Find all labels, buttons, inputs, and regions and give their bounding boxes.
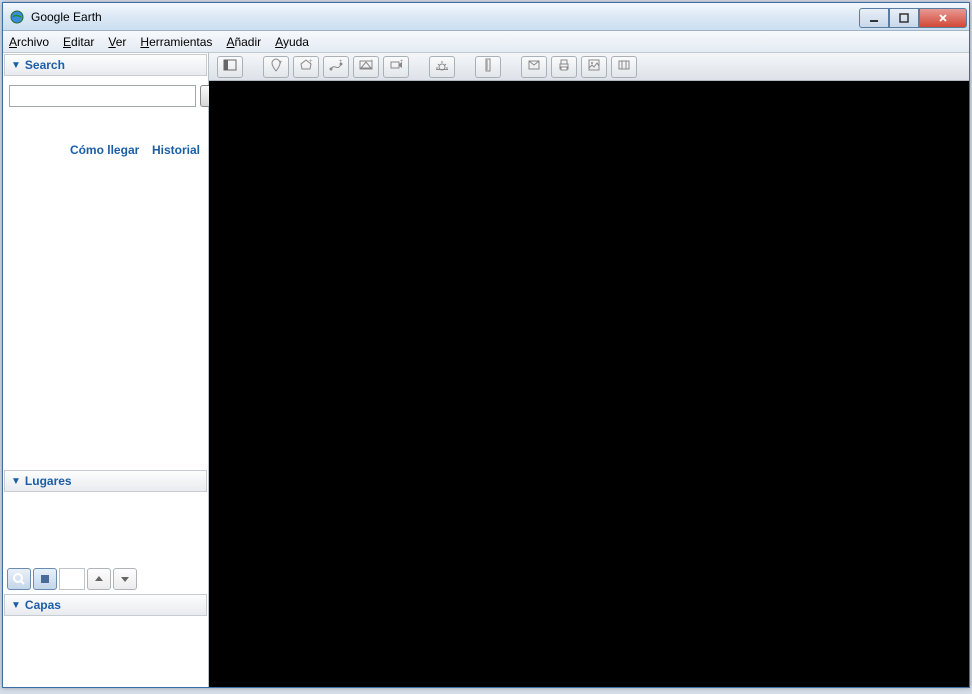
record-tour-icon: +	[389, 58, 403, 75]
save-image-icon	[587, 58, 601, 75]
window-title: Google Earth	[31, 10, 102, 24]
email-icon	[527, 58, 541, 75]
add-placemark-button[interactable]: +	[263, 56, 289, 78]
menu-ayuda[interactable]: Ayuda	[275, 35, 309, 49]
app-window: Google Earth Archivo Editar Ver Herramie…	[2, 2, 970, 688]
app-icon	[9, 9, 25, 25]
history-link[interactable]: Historial	[152, 143, 200, 157]
places-tools	[3, 565, 208, 593]
sidebar: ▼ Search Buscar Cómo llegar Historial ▼ …	[3, 53, 209, 687]
toolbar: + + + + +	[209, 53, 969, 81]
placemark-icon: +	[269, 58, 283, 75]
menu-herramientas[interactable]: Herramientas	[140, 35, 212, 49]
layers-panel-title: Capas	[25, 598, 61, 612]
print-icon	[557, 58, 571, 75]
email-button[interactable]	[521, 56, 547, 78]
search-results-area	[3, 165, 208, 469]
main-area: + + + + +	[209, 53, 969, 687]
polygon-icon: +	[299, 58, 313, 75]
svg-text:+: +	[400, 59, 403, 65]
hide-sidebar-button[interactable]	[217, 56, 243, 78]
menu-ver[interactable]: Ver	[108, 35, 126, 49]
menu-anadir[interactable]: Añadir	[226, 35, 261, 49]
image-overlay-icon: +	[359, 58, 373, 75]
record-tour-button[interactable]: +	[383, 56, 409, 78]
menu-editar[interactable]: Editar	[63, 35, 94, 49]
svg-text:+: +	[309, 59, 313, 65]
places-panel-header[interactable]: ▼ Lugares	[4, 470, 207, 492]
view-in-maps-button[interactable]	[611, 56, 637, 78]
menu-archivo[interactable]: Archivo	[9, 35, 49, 49]
earth-viewport[interactable]	[209, 81, 969, 687]
print-button[interactable]	[551, 56, 577, 78]
places-up-button[interactable]	[87, 568, 111, 590]
path-icon: +	[329, 58, 343, 75]
layers-panel-header[interactable]: ▼ Capas	[4, 594, 207, 616]
titlebar[interactable]: Google Earth	[3, 3, 969, 31]
places-panel-body[interactable]	[4, 494, 207, 564]
content-area: ▼ Search Buscar Cómo llegar Historial ▼ …	[3, 53, 969, 687]
directions-link[interactable]: Cómo llegar	[70, 143, 139, 157]
search-links: Cómo llegar Historial	[9, 143, 202, 157]
window-controls	[859, 6, 967, 28]
disclosure-triangle-icon: ▼	[11, 600, 21, 611]
search-panel-header[interactable]: ▼ Search	[4, 54, 207, 76]
close-button[interactable]	[919, 8, 967, 28]
search-panel-title: Search	[25, 58, 65, 72]
minimize-button[interactable]	[859, 8, 889, 28]
disclosure-triangle-icon: ▼	[11, 60, 21, 71]
disclosure-triangle-icon: ▼	[11, 476, 21, 487]
svg-text:+: +	[339, 59, 343, 65]
save-image-button[interactable]	[581, 56, 607, 78]
search-panel-body: Buscar Cómo llegar Historial	[3, 77, 208, 165]
add-polygon-button[interactable]: +	[293, 56, 319, 78]
sunlight-icon	[435, 58, 449, 75]
add-path-button[interactable]: +	[323, 56, 349, 78]
hide-sidebar-icon	[223, 58, 237, 75]
menubar: Archivo Editar Ver Herramientas Añadir A…	[3, 31, 969, 53]
search-input[interactable]	[9, 85, 196, 107]
maximize-button[interactable]	[889, 8, 919, 28]
ruler-icon	[481, 58, 495, 75]
view-in-maps-icon	[617, 58, 631, 75]
layers-panel-body[interactable]	[3, 617, 208, 687]
svg-text:+: +	[279, 60, 283, 66]
add-image-overlay-button[interactable]: +	[353, 56, 379, 78]
places-panel-title: Lugares	[25, 474, 72, 488]
places-stop-button[interactable]	[33, 568, 57, 590]
places-search-button[interactable]	[7, 568, 31, 590]
sunlight-button[interactable]	[429, 56, 455, 78]
svg-text:+: +	[370, 59, 373, 65]
places-slider[interactable]	[59, 568, 85, 590]
ruler-button[interactable]	[475, 56, 501, 78]
places-down-button[interactable]	[113, 568, 137, 590]
